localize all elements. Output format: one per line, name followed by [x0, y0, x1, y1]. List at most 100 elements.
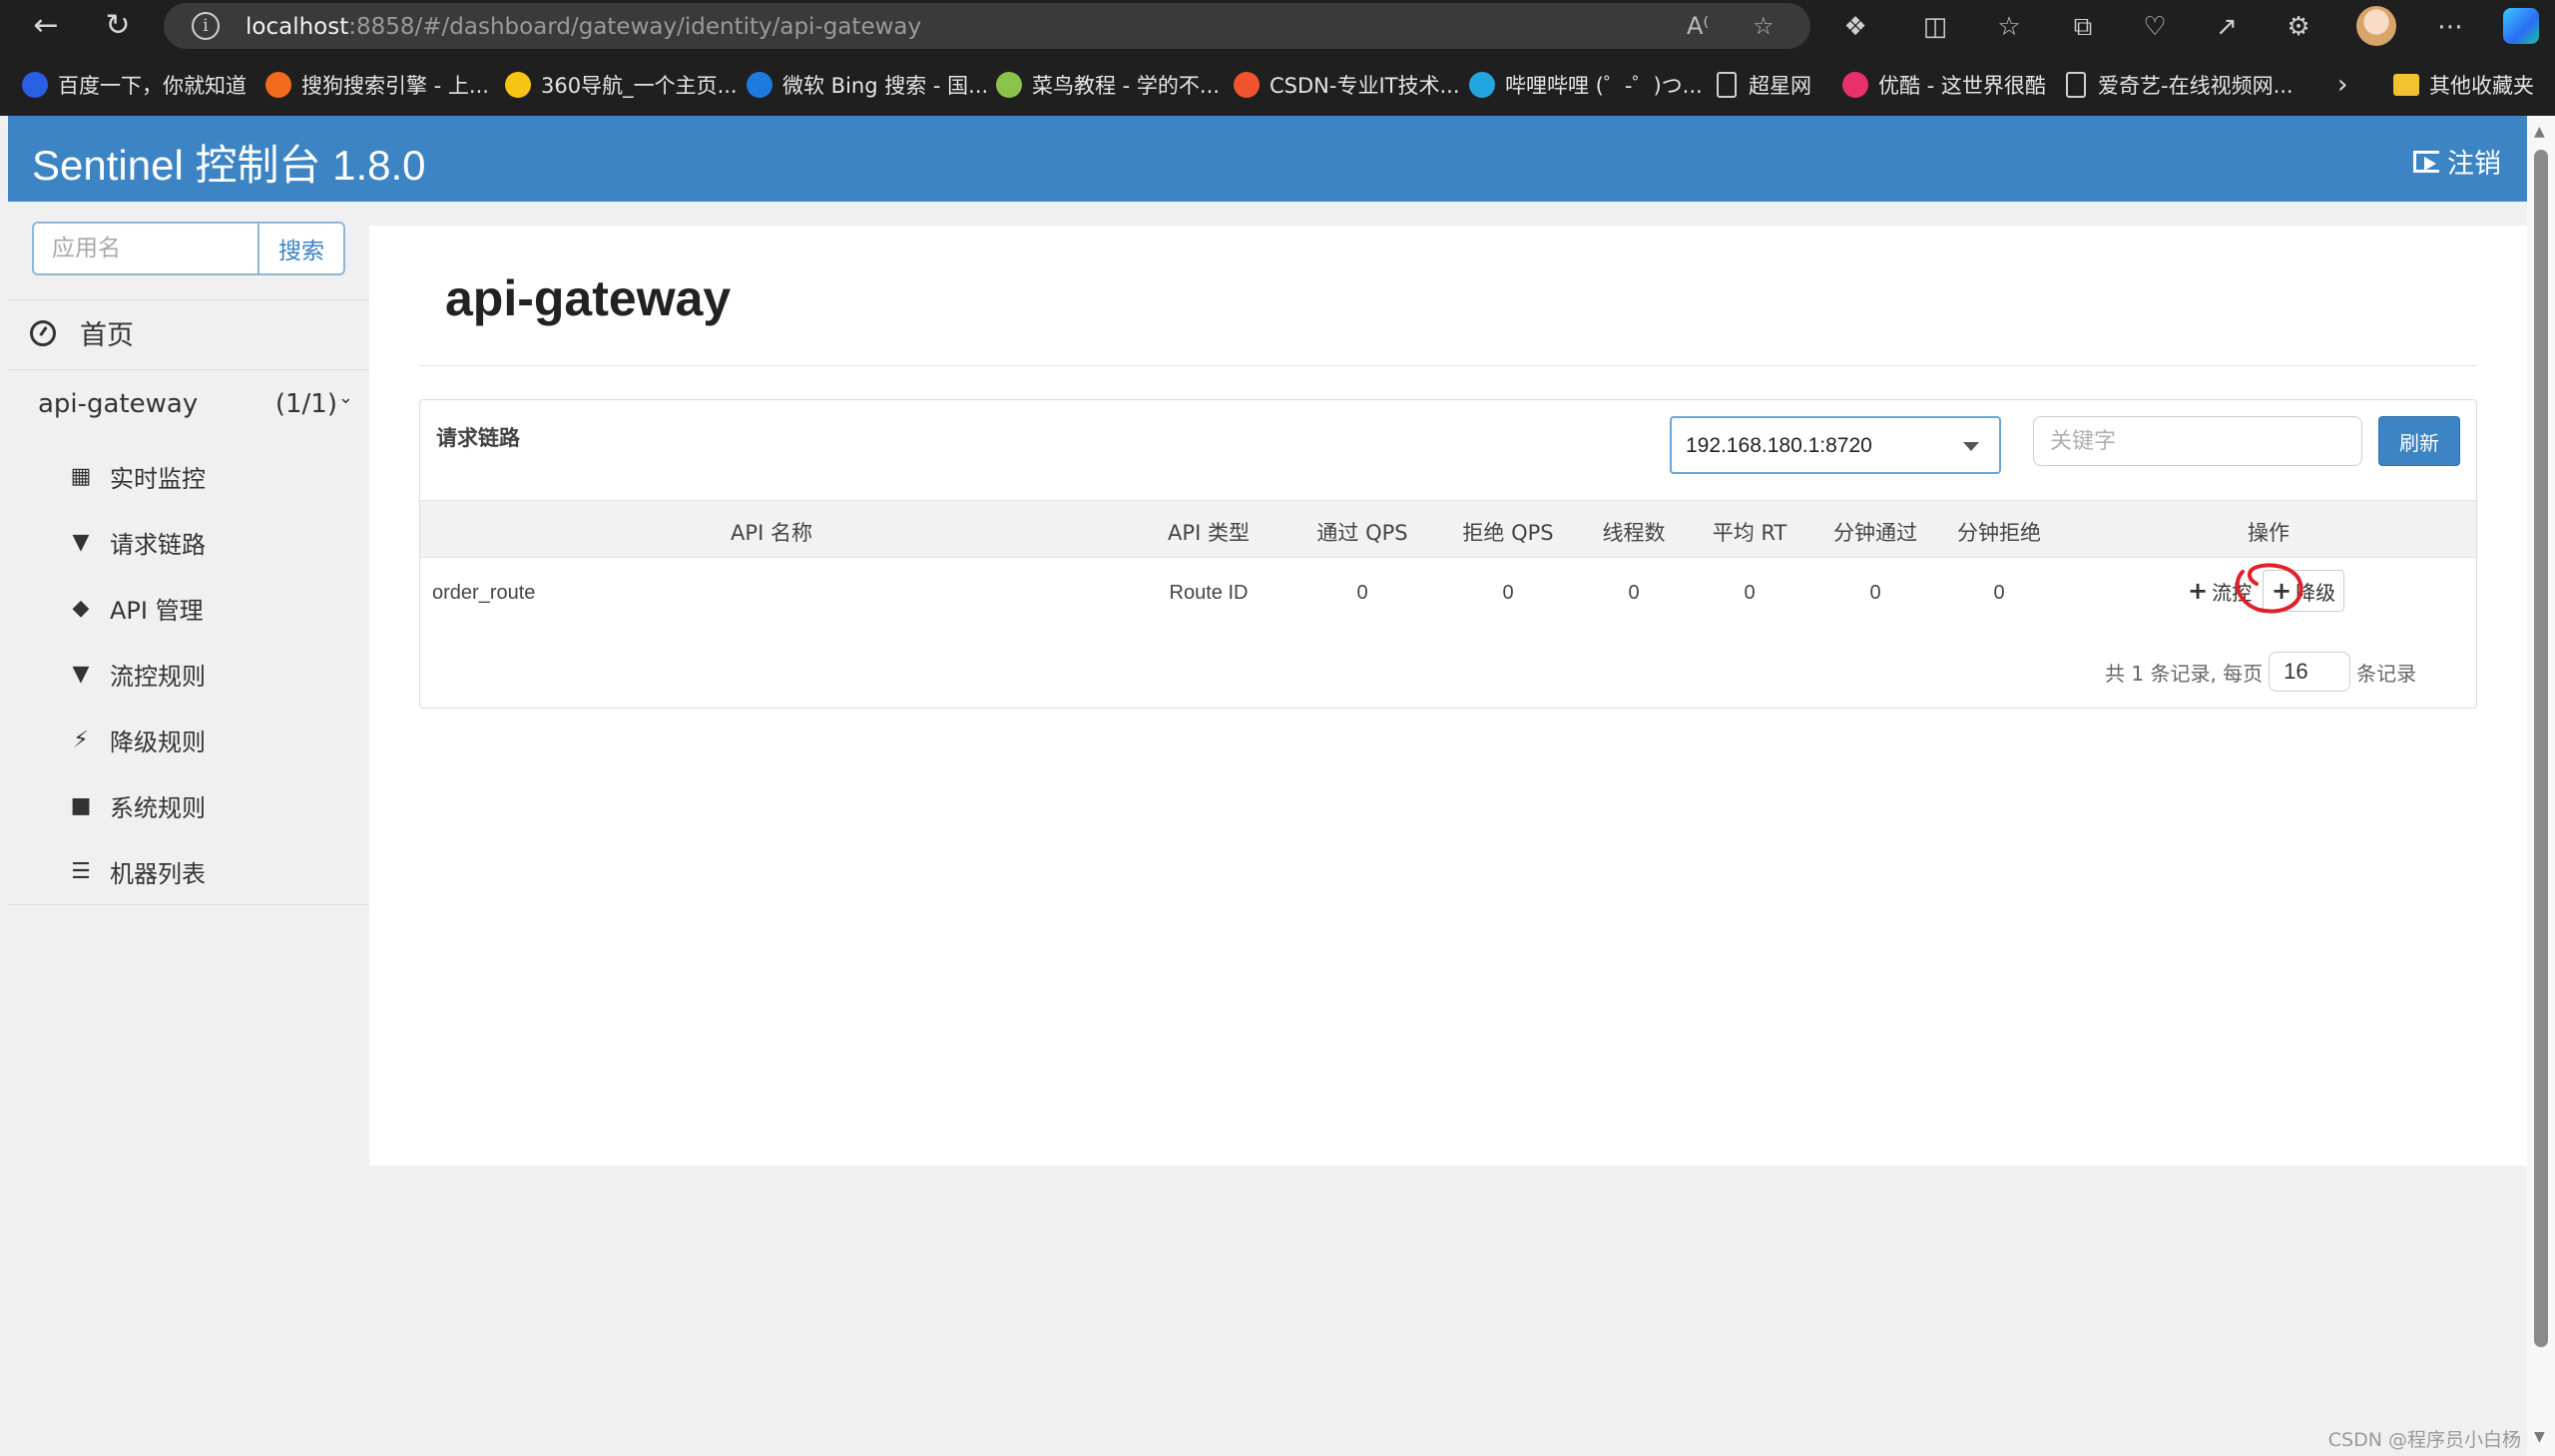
avatar[interactable]: [2356, 6, 2396, 46]
add-flow-rule-button[interactable]: + 流控: [2179, 570, 2262, 612]
pagination: 共 1 条记录, 每页 条记录: [2105, 652, 2416, 692]
favorite-star-icon[interactable]: ☆: [1753, 12, 1775, 40]
column-header: 拒绝 QPS: [1462, 521, 1554, 545]
bookmark-iqiyi[interactable]: 爱奇艺-在线视频网...: [2066, 70, 2294, 100]
column-header: 线程数: [1602, 521, 1666, 545]
lock-icon: ■: [70, 793, 92, 818]
column-header: 平均 RT: [1712, 521, 1788, 545]
brand-title[interactable]: Sentinel 控制台 1.8.0: [32, 132, 426, 193]
request-chain-panel: 请求链路 192.168.180.1:8720 刷新 API 名称 API 类型…: [419, 399, 2477, 709]
bookmark-other[interactable]: 其他收藏夹: [2393, 70, 2534, 100]
extensions-icon[interactable]: ❖: [1838, 10, 1872, 44]
page-icon: [2066, 72, 2086, 98]
list-icon: ☰: [71, 859, 91, 884]
page-size-input[interactable]: [2269, 652, 2351, 692]
browser-toolbar: ← ↻ i localhost:8858/#/dashboard/gateway…: [0, 0, 2555, 52]
scroll-up-icon[interactable]: ▲: [2534, 124, 2545, 140]
sidebar-item-realtime-monitor[interactable]: ▦ 实时监控: [66, 459, 206, 494]
watermark: CSDN @程序员小白杨: [2327, 1429, 2521, 1451]
divider: [8, 369, 369, 370]
api-name-cell: order_route: [432, 582, 536, 604]
tags-icon: ◆: [72, 596, 90, 621]
sidebar-item-system-rules[interactable]: ■ 系统规则: [66, 788, 206, 823]
runoob-icon: [996, 72, 1022, 98]
app-name: api-gateway: [38, 389, 199, 419]
caret-down-icon: [1963, 442, 1979, 451]
favorites-icon[interactable]: ☆: [1992, 10, 2026, 44]
filter-icon: ▼: [72, 662, 90, 687]
bookmarks-bar: 百度一下，你就知道 搜狗搜索引擎 - 上... 360导航_一个主页... 微软…: [0, 52, 2555, 116]
page-scrollbar[interactable]: ▲ ▼: [2527, 116, 2555, 1456]
split-screen-icon[interactable]: ◫: [1918, 10, 1952, 44]
bookmark-csdn[interactable]: CSDN-专业IT技术...: [1234, 70, 1460, 100]
youku-icon: [1842, 72, 1868, 98]
bar-chart-icon: ▦: [70, 464, 92, 489]
refresh-button[interactable]: 刷新: [2378, 416, 2460, 466]
column-header: 分钟拒绝: [1957, 521, 2041, 545]
api-type-cell: Route ID: [1169, 582, 1249, 604]
divider: [8, 904, 369, 905]
main-content: api-gateway 请求链路 192.168.180.1:8720 刷新 A…: [369, 226, 2527, 1166]
plus-icon: +: [2272, 577, 2293, 605]
logout-button[interactable]: 注销: [2413, 142, 2501, 181]
bookmark-360[interactable]: 360导航_一个主页...: [505, 70, 738, 100]
scroll-thumb[interactable]: [2534, 150, 2548, 1347]
refresh-icon[interactable]: ↻: [100, 8, 136, 44]
plus-icon: +: [2188, 577, 2209, 605]
filter-icon: ▼: [72, 530, 90, 555]
sidebar-item-degrade-rules[interactable]: ⚡ 降级规则: [66, 723, 206, 757]
bookmark-bing[interactable]: 微软 Bing 搜索 - 国...: [747, 70, 988, 100]
sign-out-icon: [2413, 150, 2439, 173]
info-icon[interactable]: i: [192, 12, 220, 40]
url-text[interactable]: localhost:8858/#/dashboard/gateway/ident…: [246, 14, 921, 40]
baidu-icon: [22, 72, 48, 98]
machine-select[interactable]: 192.168.180.1:8720: [1670, 416, 2001, 474]
app-search-input[interactable]: [32, 222, 257, 275]
360-icon: [505, 72, 531, 98]
add-degrade-rule-button[interactable]: + 降级: [2263, 570, 2345, 612]
bookmark-baidu[interactable]: 百度一下，你就知道: [22, 70, 247, 100]
address-bar[interactable]: i localhost:8858/#/dashboard/gateway/ide…: [164, 3, 1810, 49]
sidebar-app-api-gateway[interactable]: api-gateway (1/1) ⌄: [38, 387, 353, 419]
search-button[interactable]: 搜索: [257, 222, 345, 275]
minute-pass-cell: 0: [1869, 582, 1881, 604]
read-aloud-icon[interactable]: A⁽: [1687, 12, 1709, 40]
flash-icon: ⚡: [73, 728, 89, 752]
column-header: 操作: [2248, 521, 2290, 545]
sidebar-item-flow-rules[interactable]: ▼ 流控规则: [66, 657, 206, 692]
thread-count-cell: 0: [1628, 582, 1640, 604]
sidebar-item-request-chain[interactable]: ▼ 请求链路: [66, 525, 206, 560]
column-header: API 类型: [1168, 521, 1250, 545]
block-qps-cell: 0: [1502, 582, 1514, 604]
keyword-input[interactable]: [2033, 416, 2362, 466]
pager-prefix: 共 1 条记录, 每页: [2105, 661, 2264, 686]
column-header: API 名称: [731, 521, 812, 545]
bookmark-chaoxing[interactable]: 超星网: [1717, 70, 1811, 100]
bilibili-icon: [1469, 72, 1495, 98]
copilot-icon[interactable]: [2503, 8, 2539, 44]
sidebar-item-home[interactable]: 首页: [30, 313, 134, 352]
back-icon[interactable]: ←: [28, 8, 64, 44]
sidebar-item-machine-list[interactable]: ☰ 机器列表: [66, 854, 206, 889]
app-machine-count: (1/1): [274, 389, 337, 419]
chevron-down-icon: ⌄: [337, 387, 353, 408]
bookmark-youku[interactable]: 优酷 - 这世界很酷: [1842, 70, 2046, 100]
share-icon[interactable]: ↗: [2210, 10, 2244, 44]
bookmark-runoob[interactable]: 菜鸟教程 - 学的不...: [996, 70, 1220, 100]
scroll-down-icon[interactable]: ▼: [2534, 1429, 2545, 1445]
column-header: 通过 QPS: [1316, 521, 1408, 545]
dashboard-icon: [30, 319, 56, 346]
collections-icon[interactable]: ⧉: [2066, 10, 2100, 44]
profile-sync-icon[interactable]: ⚙: [2282, 10, 2315, 44]
pager-suffix: 条记录: [2356, 661, 2417, 686]
page-icon: [1717, 72, 1737, 98]
more-icon[interactable]: ⋯: [2433, 10, 2467, 44]
bookmark-sogou[interactable]: 搜狗搜索引擎 - 上...: [265, 70, 489, 100]
sidebar-item-api-management[interactable]: ◆ API 管理: [66, 591, 204, 626]
bookmark-bilibili[interactable]: 哔哩哔哩 (゜-゜)つ...: [1469, 70, 1703, 100]
bing-search-icon: [747, 72, 772, 98]
column-header: 分钟通过: [1833, 521, 1917, 545]
minute-block-cell: 0: [1993, 582, 2005, 604]
health-icon[interactable]: ♡: [2138, 10, 2172, 44]
chevron-right-icon[interactable]: ›: [2337, 70, 2347, 100]
